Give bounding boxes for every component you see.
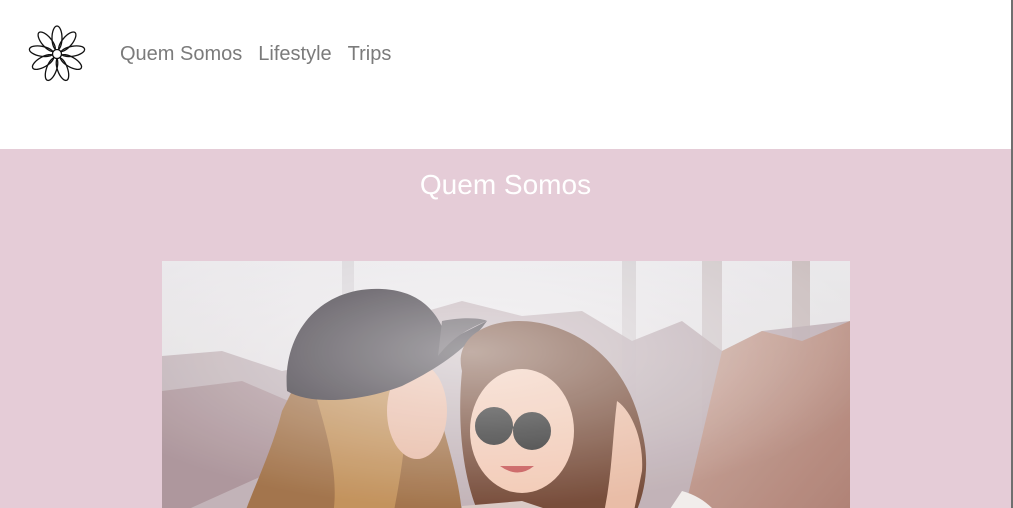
- photo-two-women-icon: [162, 261, 850, 508]
- main-nav: Quem Somos Lifestyle Trips: [120, 42, 391, 66]
- nav-link-quem-somos[interactable]: Quem Somos: [120, 42, 242, 66]
- hero-photo: [162, 261, 850, 508]
- nav-link-lifestyle[interactable]: Lifestyle: [258, 42, 331, 66]
- nav-link-trips[interactable]: Trips: [348, 42, 392, 66]
- hero-title: Quem Somos: [419, 169, 592, 200]
- site-header: Quem Somos Lifestyle Trips: [0, 0, 1013, 149]
- hero-section: Quem Somos: [0, 149, 1011, 508]
- flower-icon: [28, 25, 86, 82]
- logo-link[interactable]: [20, 17, 94, 91]
- page: Quem Somos Lifestyle Trips Quem Somos: [0, 0, 1013, 508]
